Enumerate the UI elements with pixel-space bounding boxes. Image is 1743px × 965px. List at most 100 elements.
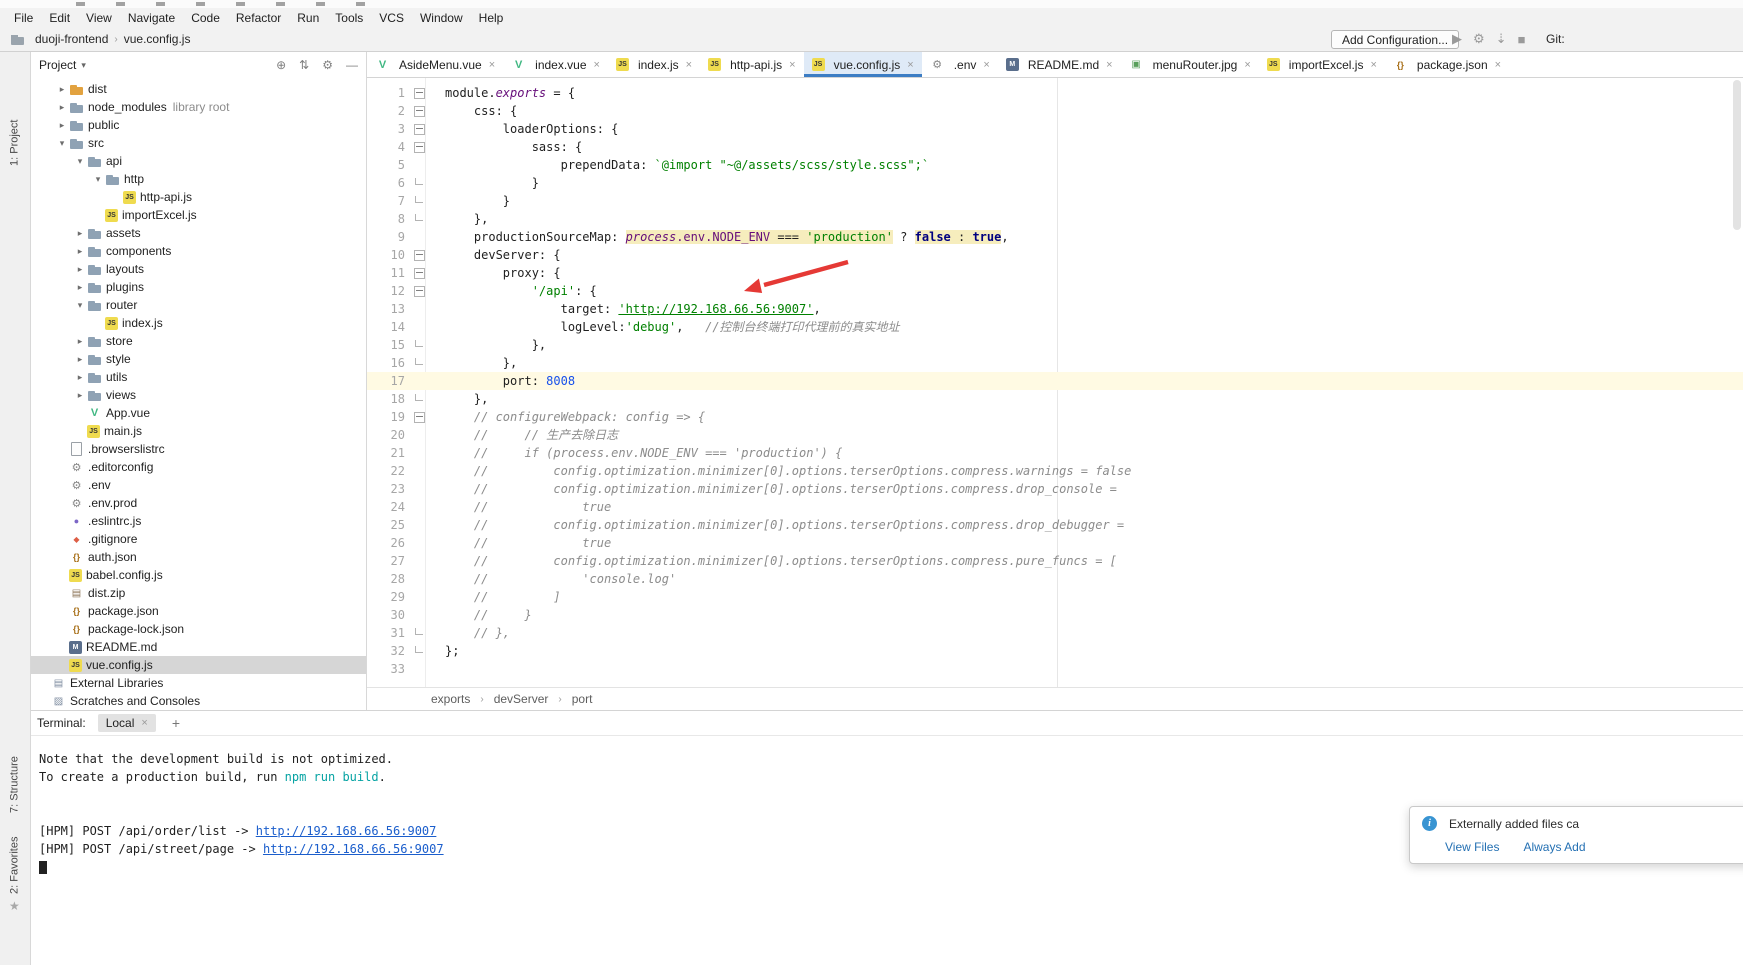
chevron-right-icon[interactable]: ▸ xyxy=(73,390,87,401)
menu-file[interactable]: File xyxy=(6,9,41,27)
tree-item-api[interactable]: ▾api xyxy=(31,152,366,170)
menu-refactor[interactable]: Refactor xyxy=(228,9,289,27)
tree-item-http[interactable]: ▾http xyxy=(31,170,366,188)
tree-item-app-vue[interactable]: VApp.vue xyxy=(31,404,366,422)
tab-menurouter-jpg[interactable]: ▣menuRouter.jpg× xyxy=(1121,52,1259,77)
fold-marker-icon[interactable] xyxy=(409,282,429,300)
tree-item-layouts[interactable]: ▸layouts xyxy=(31,260,366,278)
code-line[interactable]: 7 } xyxy=(367,192,1743,210)
scrollbar-thumb[interactable] xyxy=(1733,80,1741,230)
close-tab-icon[interactable]: × xyxy=(686,59,692,71)
tree-item-readme-md[interactable]: MREADME.md xyxy=(31,638,366,656)
terminal-tab-local[interactable]: Local × xyxy=(98,714,156,732)
menu-navigate[interactable]: Navigate xyxy=(120,9,183,27)
close-tab-icon[interactable]: × xyxy=(1370,59,1376,71)
code-line[interactable]: 29 // ] xyxy=(367,588,1743,606)
code-line[interactable]: 20 // // 生产去除日志 xyxy=(367,426,1743,444)
menu-run[interactable]: Run xyxy=(289,9,327,27)
code-line[interactable]: 17 port: 8008 xyxy=(367,372,1743,390)
fold-marker-icon[interactable] xyxy=(409,102,429,120)
tab-vue-config-js[interactable]: JSvue.config.js× xyxy=(804,52,922,77)
tree-item-browserslistrc[interactable]: .browserslistrc xyxy=(31,440,366,458)
chevron-right-icon[interactable]: ▸ xyxy=(73,354,87,365)
chevron-right-icon[interactable]: ▸ xyxy=(73,372,87,383)
menu-tools[interactable]: Tools xyxy=(327,9,371,27)
close-tab-icon[interactable]: × xyxy=(983,59,989,71)
fold-minus-icon[interactable] xyxy=(414,250,425,261)
terminal-link[interactable]: http://192.168.66.56:9007 xyxy=(256,824,437,838)
breadcrumb-file[interactable]: vue.config.js xyxy=(124,32,191,46)
tree-item-style[interactable]: ▸style xyxy=(31,350,366,368)
fold-minus-icon[interactable] xyxy=(414,88,425,99)
fold-marker-icon[interactable] xyxy=(409,120,429,138)
tab-readme-md[interactable]: MREADME.md× xyxy=(998,52,1121,77)
tool-window-button-favorites[interactable]: 2: Favorites xyxy=(0,831,29,899)
chevron-down-icon[interactable]: ▾ xyxy=(55,138,69,149)
add-configuration-button[interactable]: Add Configuration... xyxy=(1331,30,1459,49)
tool-window-button-structure[interactable]: 7: Structure xyxy=(0,744,29,826)
code-line[interactable]: 15 }, xyxy=(367,336,1743,354)
tab-index-js[interactable]: JSindex.js× xyxy=(608,52,700,77)
url-string-link[interactable]: 'http://192.168.66.56:9007' xyxy=(618,302,813,316)
notification-link-view-files[interactable]: View Files xyxy=(1445,840,1499,854)
hide-icon[interactable]: — xyxy=(346,58,358,72)
code-line[interactable]: 23 // config.optimization.minimizer[0].o… xyxy=(367,480,1743,498)
code-line[interactable]: 14 logLevel:'debug', //控制台终端打印代理前的真实地址 xyxy=(367,318,1743,336)
fold-marker-icon[interactable] xyxy=(409,408,429,426)
breadcrumb-devserver[interactable]: devServer xyxy=(494,692,549,706)
code-line[interactable]: 27 // config.optimization.minimizer[0].o… xyxy=(367,552,1743,570)
code-line[interactable]: 6 } xyxy=(367,174,1743,192)
code-line[interactable]: 16 }, xyxy=(367,354,1743,372)
close-tab-icon[interactable]: × xyxy=(1106,59,1112,71)
code-line[interactable]: 3 loaderOptions: { xyxy=(367,120,1743,138)
chevron-right-icon[interactable]: ▸ xyxy=(55,84,69,95)
tree-item-env[interactable]: ⚙.env xyxy=(31,476,366,494)
fold-marker-icon[interactable] xyxy=(409,264,429,282)
close-tab-icon[interactable]: × xyxy=(789,59,795,71)
tree-item-package-json[interactable]: {}package.json xyxy=(31,602,366,620)
code-line[interactable]: 31 // }, xyxy=(367,624,1743,642)
tool-window-button-project[interactable]: 1: Project xyxy=(0,106,29,180)
tree-item-package-lock-json[interactable]: {}package-lock.json xyxy=(31,620,366,638)
chevron-right-icon[interactable]: ▸ xyxy=(73,282,87,293)
fold-marker-icon[interactable] xyxy=(409,138,429,156)
code-line[interactable]: 18 }, xyxy=(367,390,1743,408)
chevron-down-icon[interactable]: ▾ xyxy=(91,174,105,185)
tree-item-vue-config-js[interactable]: JSvue.config.js xyxy=(31,656,366,674)
locate-icon[interactable]: ⊕ xyxy=(276,58,286,72)
code-line[interactable]: 5 prependData: `@import "~@/assets/scss/… xyxy=(367,156,1743,174)
tree-item-importexcel-js[interactable]: JSimportExcel.js xyxy=(31,206,366,224)
chevron-right-icon[interactable]: ▸ xyxy=(73,246,87,257)
fold-minus-icon[interactable] xyxy=(414,106,425,117)
code-line[interactable]: 32}; xyxy=(367,642,1743,660)
stop-button[interactable]: ■ xyxy=(1518,32,1526,47)
menu-code[interactable]: Code xyxy=(183,9,228,27)
tab-asidemenu-vue[interactable]: VAsideMenu.vue× xyxy=(367,52,503,77)
tree-item-node-modules[interactable]: ▸node_moduleslibrary root xyxy=(31,98,366,116)
tab-package-json[interactable]: {}package.json× xyxy=(1385,52,1509,77)
code-line[interactable]: 30 // } xyxy=(367,606,1743,624)
menu-view[interactable]: View xyxy=(78,9,120,27)
tree-item-plugins[interactable]: ▸plugins xyxy=(31,278,366,296)
tree-item-components[interactable]: ▸components xyxy=(31,242,366,260)
menu-edit[interactable]: Edit xyxy=(41,9,78,27)
breadcrumb-exports[interactable]: exports xyxy=(431,692,470,706)
tree-item-external-libraries[interactable]: ▤External Libraries xyxy=(31,674,366,692)
chevron-right-icon[interactable]: ▸ xyxy=(55,120,69,131)
close-terminal-tab-icon[interactable]: × xyxy=(141,717,147,729)
notification-link-always-add[interactable]: Always Add xyxy=(1523,840,1585,854)
tree-item-store[interactable]: ▸store xyxy=(31,332,366,350)
code-line[interactable]: 9 productionSourceMap: process.env.NODE_… xyxy=(367,228,1743,246)
tree-item-utils[interactable]: ▸utils xyxy=(31,368,366,386)
close-tab-icon[interactable]: × xyxy=(907,59,913,71)
tab-importexcel-js[interactable]: JSimportExcel.js× xyxy=(1259,52,1385,77)
code-line[interactable]: 10 devServer: { xyxy=(367,246,1743,264)
run-button[interactable]: ▶ xyxy=(1452,31,1462,47)
tab-env[interactable]: ⚙.env× xyxy=(922,52,998,77)
code-line[interactable]: 25 // config.optimization.minimizer[0].o… xyxy=(367,516,1743,534)
tab-http-api-js[interactable]: JShttp-api.js× xyxy=(700,52,803,77)
code-line[interactable]: 8 }, xyxy=(367,210,1743,228)
code-line[interactable]: 13 target: 'http://192.168.66.56:9007', xyxy=(367,300,1743,318)
tree-item-router[interactable]: ▾router xyxy=(31,296,366,314)
chevron-down-icon[interactable]: ▾ xyxy=(73,300,87,311)
